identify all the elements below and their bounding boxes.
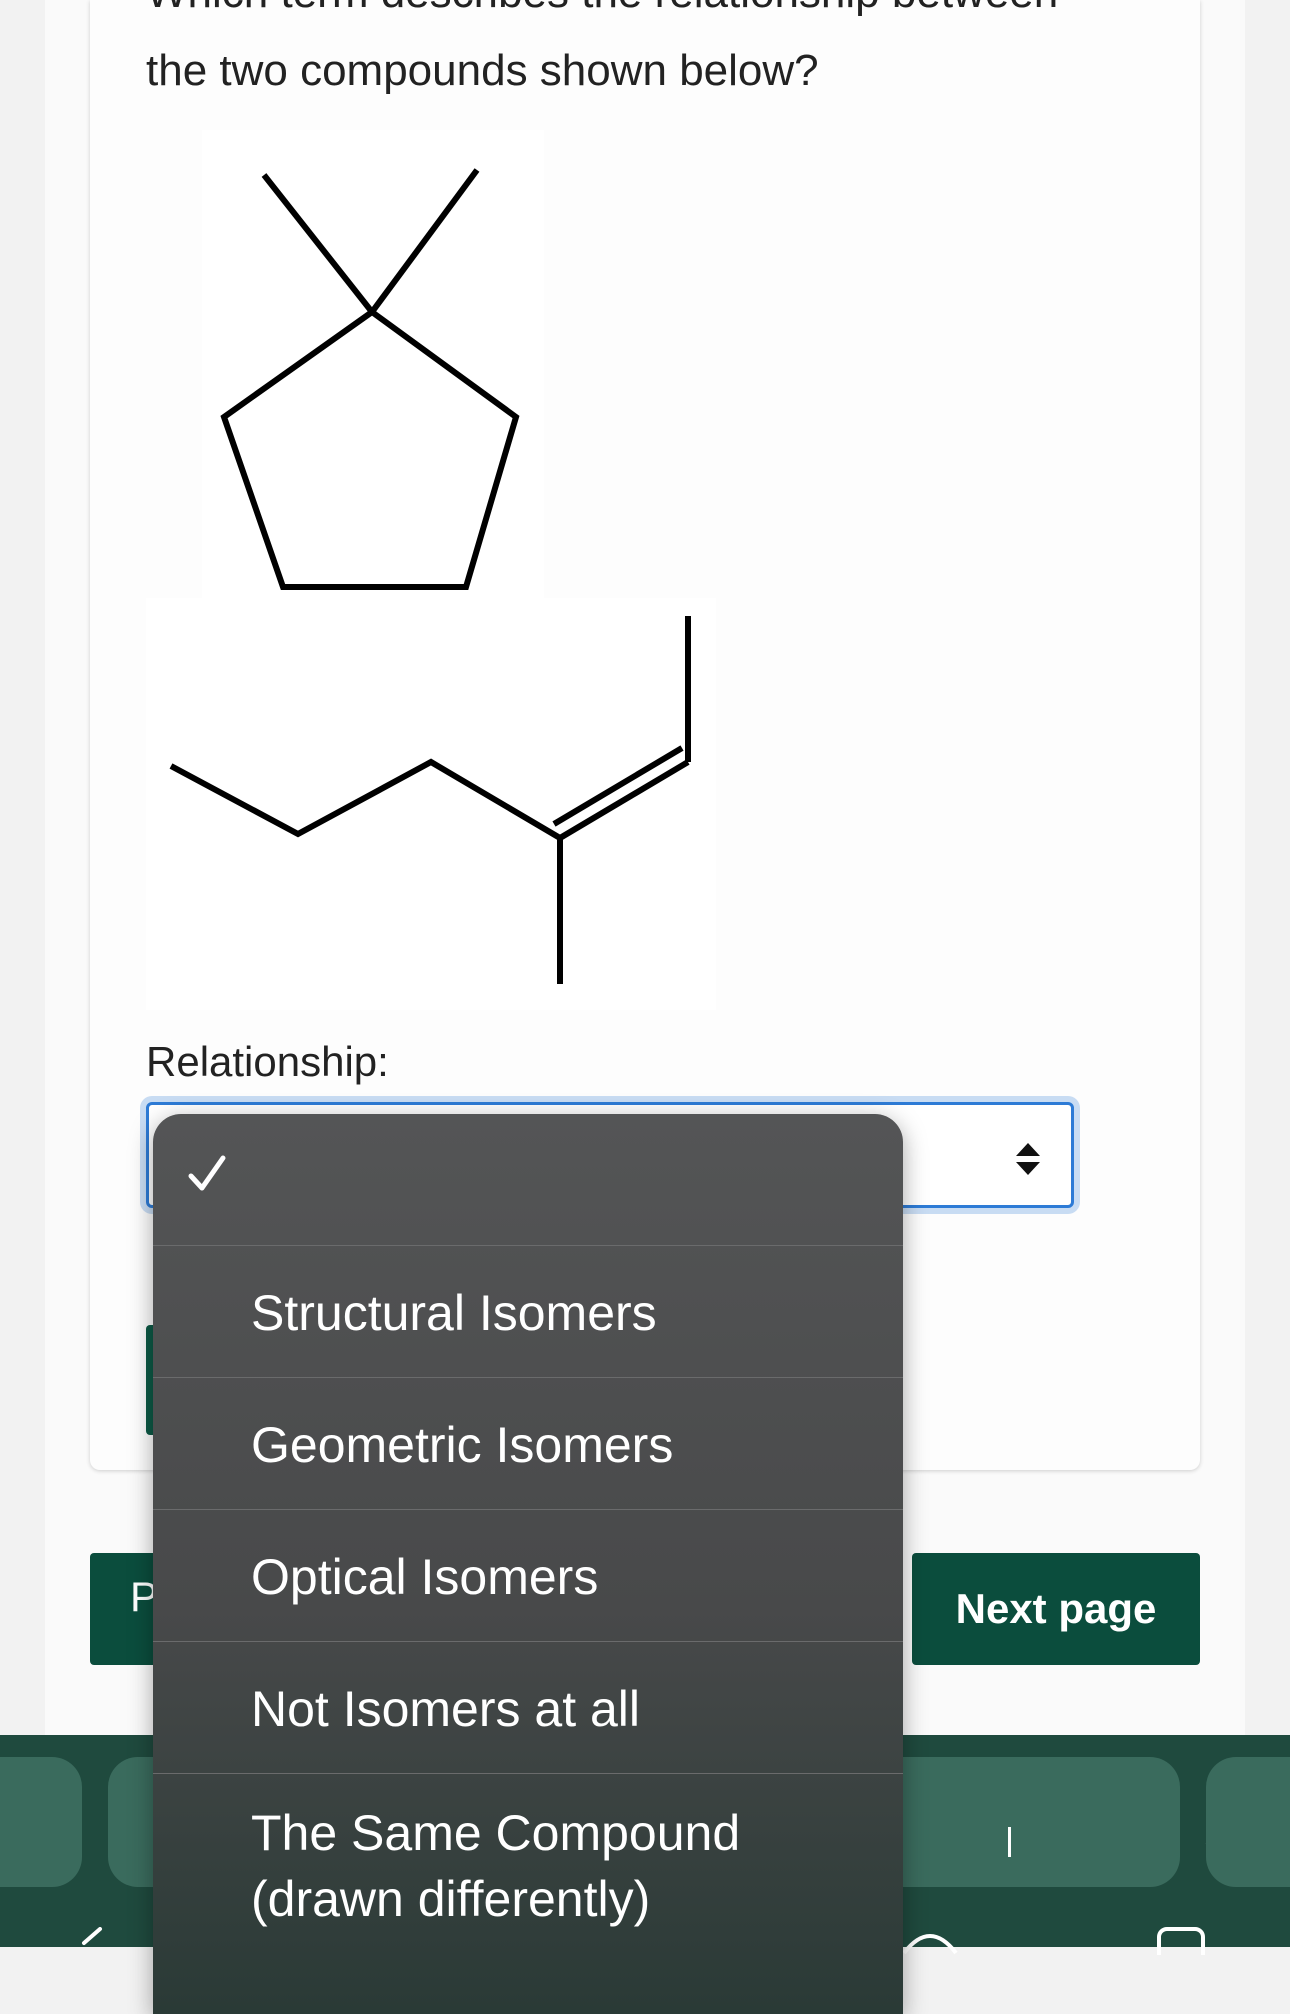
select-updown-icon	[1016, 1143, 1040, 1175]
dropdown-option-label: Not Isomers at all	[251, 1681, 641, 1737]
question-text-line1: Which term describes the relationship be…	[146, 0, 1126, 18]
compound-2-image	[146, 598, 716, 1010]
back-icon[interactable]	[70, 1927, 110, 1957]
dropdown-option-blank[interactable]	[153, 1114, 903, 1246]
relationship-label: Relationship:	[146, 1038, 389, 1085]
dropdown-option-label: Structural Isomers	[251, 1285, 657, 1341]
dropdown-option-label: Geometric Isomers	[251, 1417, 674, 1473]
tab-thumbnail-right[interactable]	[1206, 1757, 1290, 1887]
tabs-icon[interactable]	[1155, 1925, 1207, 1955]
text-caret	[1008, 1827, 1011, 1857]
checkmark-icon	[188, 1155, 226, 1191]
tab-thumbnail-left[interactable]	[0, 1757, 82, 1887]
dropdown-option-label-multiline: The Same Compound (drawn differently)	[251, 1800, 740, 1932]
dropdown-option-geometric-isomers[interactable]: Geometric Isomers	[153, 1378, 903, 1510]
next-page-button[interactable]: Next page	[912, 1553, 1200, 1665]
dropdown-option-not-isomers[interactable]: Not Isomers at all	[153, 1642, 903, 1774]
bookmarks-icon[interactable]	[900, 1925, 960, 1955]
dropdown-option-structural-isomers[interactable]: Structural Isomers	[153, 1246, 903, 1378]
question-text-line2: the two compounds shown below?	[146, 46, 819, 95]
same-compound-line2: (drawn differently)	[251, 1871, 651, 1927]
dropdown-option-label: Optical Isomers	[251, 1549, 599, 1605]
relationship-dropdown-menu: Structural Isomers Geometric Isomers Opt…	[153, 1114, 903, 2014]
next-page-label: Next page	[955, 1585, 1157, 1632]
dropdown-option-optical-isomers[interactable]: Optical Isomers	[153, 1510, 903, 1642]
dropdown-option-same-compound[interactable]: The Same Compound (drawn differently)	[153, 1774, 903, 2014]
same-compound-line1: The Same Compound	[251, 1805, 741, 1861]
compound-1-image	[202, 130, 544, 600]
